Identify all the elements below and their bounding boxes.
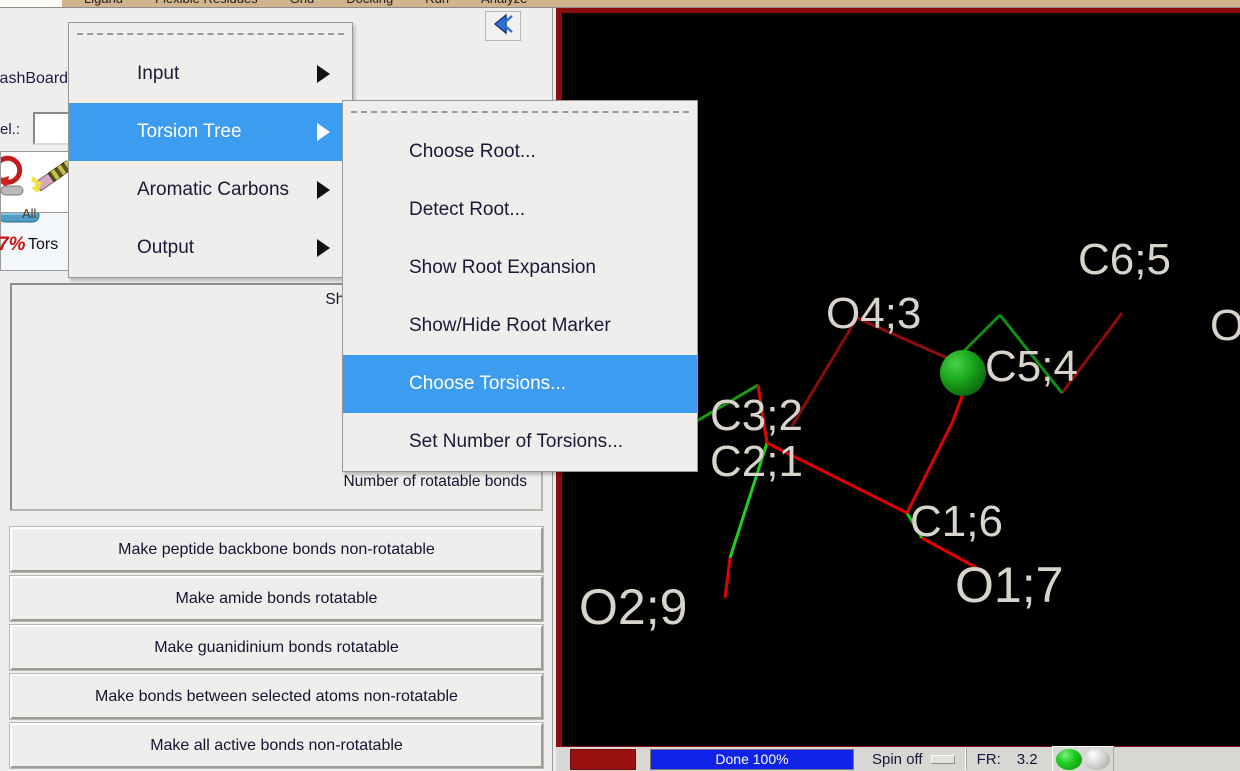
atom-label-c5-4: C5;4 bbox=[985, 342, 1078, 391]
submenu-arrow-icon bbox=[317, 65, 330, 83]
status-bar: Done 100% Spin off FR: 3.2 bbox=[556, 745, 1240, 771]
make-guanidinium-bonds-rotatable-button[interactable]: Make guanidinium bonds rotatable bbox=[9, 624, 544, 671]
spin-optionmenu-icon[interactable] bbox=[930, 754, 955, 764]
menubar-left-strip bbox=[0, 0, 62, 8]
menu-item-choose-root[interactable]: Choose Root... bbox=[343, 123, 697, 181]
collapse-panel-button[interactable] bbox=[485, 11, 521, 41]
menu-item-choose-torsions-label: Choose Torsions... bbox=[409, 373, 567, 394]
menu-item-show-root-expansion-label: Show Root Expansion bbox=[409, 257, 596, 278]
green-light-sphere-icon[interactable] bbox=[1055, 748, 1082, 770]
menu-tearoff-handle[interactable] bbox=[69, 23, 352, 45]
light-indicator-group[interactable] bbox=[1051, 745, 1114, 771]
rotatable-bonds-count-line: Number of rotatable bonds bbox=[343, 473, 527, 490]
menu-item-input[interactable]: Input bbox=[69, 45, 352, 103]
torsion-tool-label: Tors bbox=[28, 236, 59, 253]
submenu-tearoff-handle[interactable] bbox=[343, 101, 697, 123]
dashboard-title: DashBoard bbox=[0, 70, 69, 87]
status-divider bbox=[964, 748, 967, 770]
make-peptide-backbone-non-rotatable-button[interactable]: Make peptide backbone bonds non-rotatabl… bbox=[9, 526, 544, 573]
atom-label-o-edge: O bbox=[1210, 301, 1240, 350]
atom-label-c6-5: C6;5 bbox=[1078, 235, 1171, 284]
status-red-indicator bbox=[570, 748, 636, 770]
all-tool-label: All bbox=[22, 206, 37, 221]
atom-label-o2-9: O2;9 bbox=[579, 579, 688, 635]
main-menu-bar[interactable]: Ligand Flexible Residues Grid Docking Ru… bbox=[62, 0, 1240, 8]
menu-item-detect-root-label: Detect Root... bbox=[409, 199, 526, 220]
menubar-item-grid[interactable]: Grid bbox=[274, 0, 331, 7]
root-marker-sphere bbox=[940, 350, 986, 396]
atom-label-o4-3: O4;3 bbox=[826, 289, 922, 338]
make-amide-bonds-rotatable-button[interactable]: Make amide bonds rotatable bbox=[9, 575, 544, 622]
framerate-value: 3.2 bbox=[1016, 750, 1038, 768]
menubar-item-run[interactable]: Run bbox=[409, 0, 465, 7]
menu-item-output-label: Output bbox=[137, 237, 195, 258]
menu-item-output[interactable]: Output bbox=[69, 219, 352, 277]
double-chevron-left-icon bbox=[490, 13, 516, 40]
menu-item-choose-torsions[interactable]: Choose Torsions... bbox=[343, 355, 697, 413]
torsion-percent-badge: 7% bbox=[0, 234, 26, 255]
selection-label: Sel.: bbox=[0, 121, 21, 138]
menubar-item-ligand[interactable]: Ligand bbox=[68, 0, 139, 7]
menubar-item-analyze[interactable]: Analyze bbox=[465, 0, 543, 7]
toolbar-icon-row-top[interactable] bbox=[0, 151, 72, 213]
menu-item-show-hide-root-marker[interactable]: Show/Hide Root Marker bbox=[343, 297, 697, 355]
torsion-action-button-stack: Make peptide backbone bonds non-rotatabl… bbox=[9, 526, 544, 771]
make-selected-bonds-non-rotatable-button[interactable]: Make bonds between selected atoms non-ro… bbox=[9, 673, 544, 720]
torsion-wand-icon[interactable] bbox=[29, 152, 71, 207]
submenu-arrow-icon bbox=[317, 123, 330, 141]
menu-item-torsion-tree[interactable]: Torsion Tree bbox=[69, 103, 352, 161]
torsion-tree-submenu[interactable]: Choose Root... Detect Root... Show Root … bbox=[342, 100, 698, 472]
menu-item-set-number-of-torsions-label: Set Number of Torsions... bbox=[409, 431, 624, 452]
adt-application-window: Ligand Flexible Residues Grid Docking Ru… bbox=[0, 0, 1240, 771]
menu-item-torsion-tree-label: Torsion Tree bbox=[137, 121, 242, 142]
spin-label: Spin off bbox=[872, 750, 923, 768]
menu-item-detect-root[interactable]: Detect Root... bbox=[343, 181, 697, 239]
spin-toggle[interactable]: Spin off bbox=[872, 751, 955, 768]
atom-label-c3-2: C3;2 bbox=[710, 391, 803, 440]
atom-label-c1-6: C1;6 bbox=[910, 497, 1003, 546]
menu-item-aromatic-carbons-label: Aromatic Carbons bbox=[137, 179, 290, 200]
framerate-label: FR: bbox=[976, 750, 1001, 768]
menubar-item-flexible-residues[interactable]: Flexible Residues bbox=[139, 0, 274, 7]
menubar-item-docking[interactable]: Docking bbox=[330, 0, 409, 7]
atom-label-o1-7: O1;7 bbox=[955, 557, 1064, 613]
ligand-popup-menu[interactable]: Input Torsion Tree Aromatic Carbons Outp… bbox=[68, 22, 353, 278]
atom-label-c2-1: C2;1 bbox=[710, 437, 803, 486]
menu-item-aromatic-carbons[interactable]: Aromatic Carbons bbox=[69, 161, 352, 219]
submenu-arrow-icon bbox=[317, 239, 330, 257]
make-all-active-bonds-non-rotatable-button[interactable]: Make all active bonds non-rotatable bbox=[9, 722, 544, 769]
menu-item-set-number-of-torsions[interactable]: Set Number of Torsions... bbox=[343, 413, 697, 471]
submenu-arrow-icon bbox=[317, 181, 330, 199]
menu-item-show-hide-root-marker-label: Show/Hide Root Marker bbox=[409, 315, 611, 336]
progress-bar: Done 100% bbox=[650, 748, 854, 770]
menu-item-show-root-expansion[interactable]: Show Root Expansion bbox=[343, 239, 697, 297]
menu-item-input-label: Input bbox=[137, 63, 180, 84]
gray-light-sphere-icon[interactable] bbox=[1083, 748, 1110, 770]
menu-item-choose-root-label: Choose Root... bbox=[409, 141, 536, 162]
